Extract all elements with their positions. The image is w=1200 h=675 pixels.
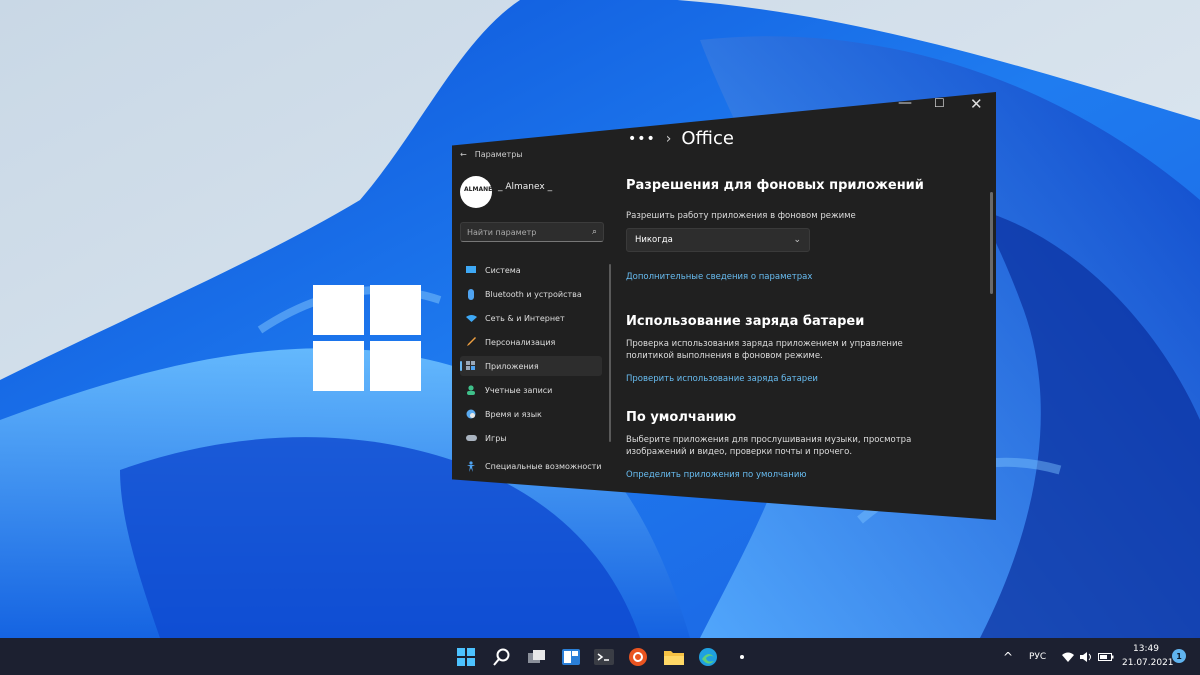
- ubuntu-icon: [629, 648, 647, 666]
- tray-overflow-button[interactable]: ^: [1003, 638, 1013, 675]
- accessibility-icon: [465, 460, 477, 472]
- sidebar-item-network[interactable]: Сеть & и Интернет: [460, 308, 602, 328]
- person-icon: [465, 384, 477, 396]
- language-label: РУС: [1029, 651, 1047, 662]
- taskbar: ^ РУС 13:49 21.07.2021 1: [0, 638, 1200, 675]
- task-view-icon: [528, 650, 545, 663]
- monitor-icon: [465, 264, 477, 276]
- logo-tile: [370, 341, 421, 391]
- notification-badge[interactable]: 1: [1172, 649, 1186, 663]
- wifi-icon: [1062, 652, 1074, 662]
- section-title-defaults: По умолчанию: [626, 410, 737, 425]
- dropdown-value: Никогда: [635, 235, 673, 245]
- sidebar-item-accounts[interactable]: Учетные записи: [460, 380, 602, 400]
- defaults-description: Выберите приложения для прослушивания му…: [626, 435, 912, 457]
- search-input[interactable]: Найти параметр ⌕: [460, 222, 604, 242]
- background-label: Разрешить работу приложения в фоновом ре…: [626, 211, 856, 221]
- sidebar-item-label: Специальные возможности: [485, 461, 602, 471]
- terminal-icon: [594, 649, 614, 665]
- sidebar-item-time-language[interactable]: Время и язык: [460, 404, 602, 424]
- widgets-button[interactable]: [561, 647, 581, 667]
- sidebar-item-label: Персонализация: [485, 337, 556, 347]
- sidebar-item-label: Сеть & и Интернет: [485, 313, 565, 323]
- bluetooth-icon: [465, 288, 477, 300]
- sidebar-item-label: Учетные записи: [485, 385, 553, 395]
- brush-icon: [465, 336, 477, 348]
- battery-icon: [1098, 652, 1114, 661]
- search-icon: [493, 648, 510, 666]
- sidebar-item-accessibility[interactable]: Специальные возможности: [460, 456, 602, 476]
- windows-logo: [313, 285, 421, 391]
- logo-tile: [370, 285, 421, 335]
- folder-icon: [664, 651, 684, 665]
- gamepad-icon: [465, 432, 477, 444]
- sidebar-item-label: Игры: [485, 433, 507, 443]
- breadcrumb: ••• › Office: [628, 128, 734, 149]
- main-content: ••• › Office Разрешения для фоновых прил…: [626, 92, 986, 520]
- clock-time: 13:49: [1133, 644, 1159, 654]
- ubuntu-button[interactable]: [628, 647, 648, 667]
- clock[interactable]: 13:49 21.07.2021: [1122, 642, 1174, 670]
- speaker-icon: [1080, 651, 1091, 662]
- avatar-text: ALMANEX: [464, 186, 497, 193]
- app-title: Параметры: [474, 150, 523, 159]
- network-button[interactable]: [1062, 638, 1074, 675]
- volume-button[interactable]: [1080, 638, 1093, 675]
- file-explorer-button[interactable]: [664, 647, 684, 667]
- sidebar-item-bluetooth[interactable]: Bluetooth и устройства: [460, 284, 602, 304]
- breadcrumb-ellipsis[interactable]: •••: [628, 131, 656, 147]
- section-title-battery: Использование заряда батареи: [626, 314, 865, 329]
- apps-icon: [465, 360, 477, 372]
- default-apps-link[interactable]: Определить приложения по умолчанию: [626, 470, 807, 480]
- back-arrow-icon[interactable]: ←: [460, 150, 467, 159]
- globe-clock-icon: [465, 408, 477, 420]
- more-info-link[interactable]: Дополнительные сведения о параметрах: [626, 272, 812, 282]
- edge-icon: [699, 648, 717, 666]
- chevron-down-icon: ⌄: [793, 235, 801, 245]
- avatar[interactable]: ALMANEX: [460, 176, 497, 208]
- user-name: _ Almanex _: [498, 182, 553, 192]
- sidebar-item-label: Время и язык: [485, 409, 542, 419]
- battery-usage-link[interactable]: Проверить использование заряда батареи: [626, 374, 818, 384]
- sidebar-item-label: Приложения: [485, 361, 539, 371]
- page-title: Office: [681, 128, 734, 149]
- background-mode-select[interactable]: Никогда ⌄: [626, 228, 810, 252]
- sidebar-item-personalization[interactable]: Персонализация: [460, 332, 602, 352]
- edge-button[interactable]: [698, 647, 718, 667]
- widgets-icon: [562, 649, 580, 665]
- sidebar-item-system[interactable]: Система: [460, 260, 602, 280]
- logo-tile: [313, 285, 364, 335]
- running-app-button[interactable]: [732, 647, 752, 667]
- sidebar-scrollbar[interactable]: [609, 264, 611, 442]
- start-button[interactable]: [456, 647, 476, 667]
- search-button[interactable]: [492, 647, 512, 667]
- logo-tile: [313, 341, 364, 391]
- language-indicator[interactable]: РУС: [1029, 638, 1046, 675]
- battery-description: Проверка использования заряда приложение…: [626, 339, 903, 361]
- main-scrollbar[interactable]: [990, 192, 993, 294]
- search-icon: ⌕: [591, 227, 597, 237]
- sidebar-item-label: Система: [485, 265, 521, 275]
- search-placeholder: Найти параметр: [467, 227, 537, 237]
- settings-window: — ☐ ✕ ← Параметры ALMANEX _ Almanex _ На…: [452, 92, 996, 520]
- section-title-background: Разрешения для фоновых приложений: [626, 178, 924, 193]
- clock-date: 21.07.2021: [1122, 658, 1174, 668]
- chevron-up-icon: ^: [1003, 649, 1014, 664]
- terminal-button[interactable]: [594, 647, 614, 667]
- chevron-right-icon: ›: [665, 130, 672, 147]
- wifi-icon: [465, 312, 477, 324]
- battery-button[interactable]: [1098, 638, 1114, 675]
- sidebar-item-gaming[interactable]: Игры: [460, 428, 602, 448]
- task-view-button[interactable]: [527, 647, 547, 667]
- windows-start-icon: [457, 648, 475, 666]
- app-dot-icon: [740, 655, 744, 659]
- sidebar: ← Параметры ALMANEX _ Almanex _ Найти па…: [452, 92, 612, 520]
- sidebar-item-label: Bluetooth и устройства: [485, 289, 582, 299]
- title-bar: ← Параметры: [460, 150, 523, 159]
- sidebar-item-apps[interactable]: Приложения: [460, 356, 602, 376]
